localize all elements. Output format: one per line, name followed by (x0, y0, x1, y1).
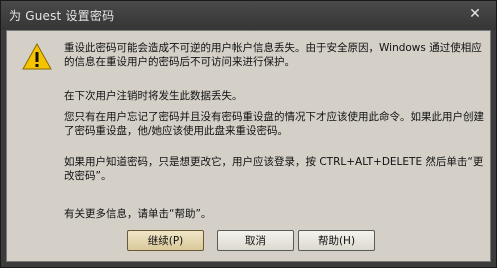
close-button[interactable]: ✕ (466, 5, 484, 23)
window-title: 为 Guest 设置密码 (9, 9, 115, 23)
message-paragraph-5: 有关更多信息，请单击“帮助”。 (64, 208, 212, 220)
help-button[interactable]: 帮助(H) (298, 230, 375, 251)
dialog-content: 重设此密码可能会造成不可逆的用户帐户信息丢失。由于安全原因，Windows 通过… (6, 30, 491, 262)
title-bar[interactable]: 为 Guest 设置密码 ✕ (1, 1, 496, 30)
message-paragraph-1: 重设此密码可能会造成不可逆的用户帐户信息丢失。由于安全原因，Windows 通过… (64, 42, 482, 68)
message-paragraph-4: 如果用户知道密码，只是想更改它，用户应该登录，按 CTRL+ALT+DELETE… (64, 156, 484, 182)
cancel-button[interactable]: 取消 (217, 230, 294, 251)
warning-icon (22, 43, 52, 70)
dialog-window: 为 Guest 设置密码 ✕ 重设此密码可能会造成不可逆的用户帐户信息丢失。由于… (0, 0, 497, 268)
message-paragraph-3: 您只有在用户忘记了密码并且没有密码重设盘的情况下才应该使用此命令。如果此用户创建… (64, 111, 484, 137)
continue-button[interactable]: 继续(P) (127, 230, 204, 251)
message-paragraph-2: 在下次用户注销时将发生此数据丢失。 (64, 90, 243, 102)
